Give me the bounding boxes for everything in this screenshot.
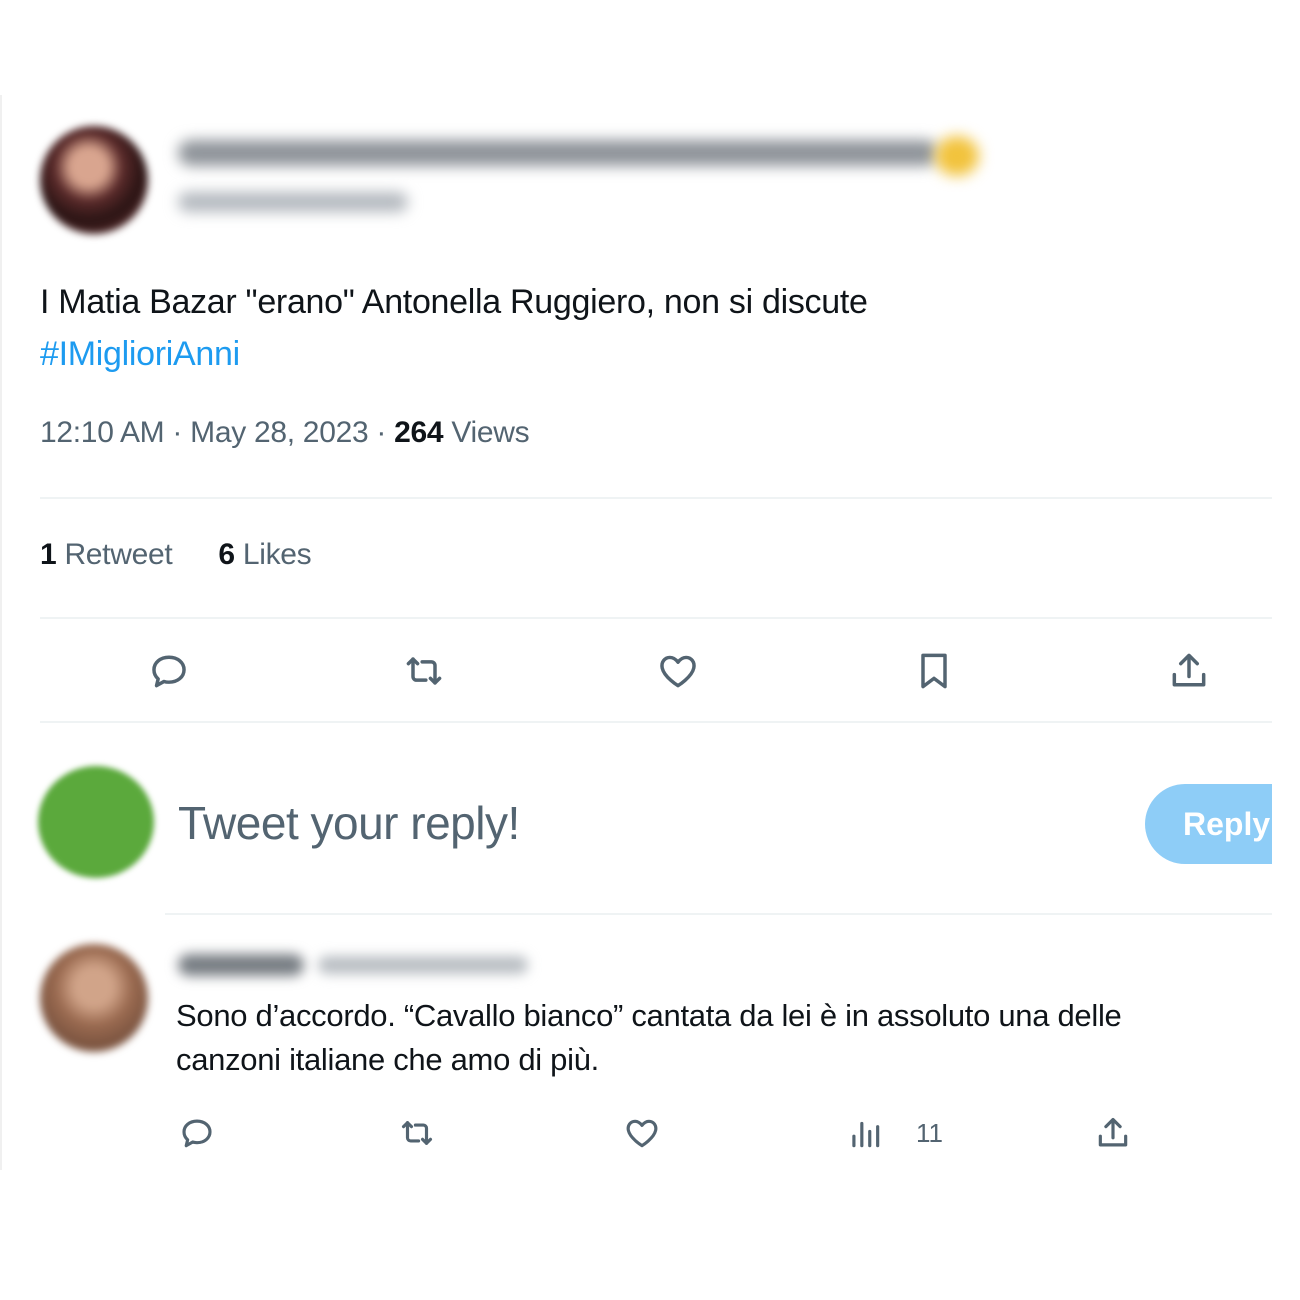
author-name-blurred[interactable]	[178, 140, 938, 166]
comment-like-button[interactable]	[623, 1114, 661, 1152]
likes-label: Likes	[242, 538, 312, 571]
comment-text: Sono d’accordo. “Cavallo bianco” cantata…	[176, 994, 1286, 1082]
retweet-icon	[401, 1121, 433, 1145]
comment-views-button[interactable]: 11	[846, 1114, 943, 1152]
tweet-stats: 1 Retweet 6 Likes	[40, 538, 312, 572]
retweet-icon	[406, 657, 442, 685]
views-count: 264	[394, 416, 444, 449]
divider	[40, 497, 1272, 499]
tweet-meta: 12:10 AM · May 28, 2023 · 264 Views	[40, 416, 530, 450]
comment-author-avatar[interactable]	[40, 944, 148, 1052]
likes-count: 6	[218, 538, 235, 571]
frame-edge	[0, 95, 2, 1170]
comment-views-count: 11	[916, 1117, 943, 1148]
comment-reply-button[interactable]	[178, 1114, 216, 1152]
share-button[interactable]	[1165, 647, 1213, 695]
views-label: Views	[451, 416, 530, 449]
heart-icon	[626, 1119, 658, 1148]
bookmark-icon	[921, 653, 947, 689]
meta-separator: ·	[172, 416, 183, 449]
retweets-stat[interactable]: 1 Retweet	[40, 538, 173, 572]
comment-author-name-blurred[interactable]	[178, 954, 304, 976]
frame-clip	[1272, 770, 1300, 880]
tweet-date[interactable]: May 28, 2023	[190, 416, 368, 449]
reply-input[interactable]	[178, 796, 1078, 850]
tweet-text: I Matia Bazar "erano" Antonella Ruggiero…	[40, 276, 868, 380]
author-handle-blurred[interactable]	[178, 192, 408, 212]
composer-avatar[interactable]	[38, 766, 154, 878]
divider	[40, 721, 1272, 723]
likes-stat[interactable]: 6 Likes	[218, 538, 311, 572]
hashtag-link[interactable]: #IMiglioriAnni	[40, 328, 868, 380]
tweet-time[interactable]: 12:10 AM	[40, 416, 165, 449]
comment-line: canzoni italiane che amo di più.	[176, 1042, 599, 1077]
retweets-count: 1	[40, 538, 57, 571]
reply-icon	[152, 655, 186, 688]
author-emoji-blurred	[935, 136, 979, 176]
meta-separator: ·	[376, 416, 387, 449]
retweet-button[interactable]	[400, 647, 448, 695]
views-icon	[852, 1121, 880, 1148]
reply-icon	[182, 1119, 212, 1148]
comment-author-handle-blurred[interactable]	[318, 956, 528, 974]
tweet-body: I Matia Bazar "erano" Antonella Ruggiero…	[40, 283, 868, 321]
author-avatar[interactable]	[40, 126, 148, 234]
divider	[40, 617, 1272, 619]
heart-icon	[660, 655, 696, 688]
divider	[165, 913, 1272, 915]
retweets-label: Retweet	[64, 538, 173, 571]
bookmark-button[interactable]	[910, 647, 958, 695]
comment-retweet-button[interactable]	[398, 1114, 436, 1152]
reply-button-action[interactable]	[145, 647, 193, 695]
like-button[interactable]	[654, 647, 702, 695]
comment-line: Sono d’accordo. “Cavallo bianco” cantata…	[176, 998, 1122, 1033]
share-icon	[1172, 653, 1206, 687]
share-icon	[1098, 1117, 1128, 1147]
comment-share-button[interactable]	[1094, 1114, 1132, 1152]
